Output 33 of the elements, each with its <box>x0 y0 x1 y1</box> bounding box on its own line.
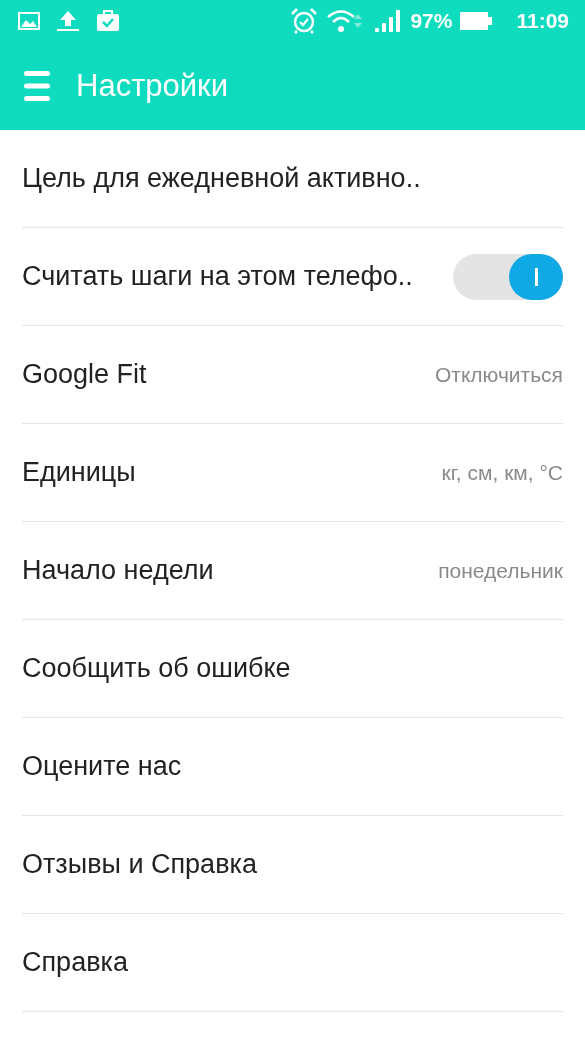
upload-icon <box>56 10 80 32</box>
setting-label: Единицы <box>22 456 136 490</box>
settings-item[interactable]: Справка <box>22 914 563 1012</box>
settings-item[interactable]: Оцените нас <box>22 718 563 816</box>
setting-label: Оцените нас <box>22 750 182 784</box>
setting-label: Отзывы и Справка <box>22 848 257 882</box>
settings-item[interactable]: Отзывы и Справка <box>22 816 563 914</box>
setting-label: Google Fit <box>22 358 147 392</box>
settings-item[interactable]: Считать шаги на этом телефо.. <box>22 228 563 326</box>
toggle-switch[interactable] <box>453 253 563 300</box>
battery-percent: 97% <box>410 8 453 35</box>
menu-icon[interactable] <box>24 70 50 102</box>
clock-time: 11:09 <box>516 8 569 35</box>
settings-item[interactable]: Единицы кг, см, км, °C <box>22 424 563 522</box>
on-mark-icon <box>534 267 538 286</box>
setting-value: кг, см, км, °C <box>441 459 563 486</box>
alarm-icon <box>290 8 319 34</box>
setting-value: Отключиться <box>434 361 563 388</box>
settings-item[interactable]: Цель для ежедневной активно.. <box>22 130 563 228</box>
setting-label: Справка <box>22 946 128 980</box>
battery-icon <box>460 11 493 31</box>
picture-icon <box>18 12 40 30</box>
signal-icon <box>374 9 403 33</box>
settings-item[interactable]: Google Fit Отключиться <box>22 326 563 424</box>
setting-label: Сообщить об ошибке <box>22 652 291 686</box>
briefcase-check-icon <box>96 10 120 32</box>
settings-item[interactable]: Сообщить об ошибке <box>22 620 563 718</box>
setting-label: Начало недели <box>22 554 214 588</box>
screen-title: Настройки <box>76 66 228 105</box>
setting-value: понедельник <box>438 557 563 584</box>
setting-label: Цель для ежедневной активно.. <box>22 162 421 196</box>
setting-label: Считать шаги на этом телефо.. <box>22 260 413 294</box>
settings-item[interactable]: Начало недели понедельник <box>22 522 563 620</box>
